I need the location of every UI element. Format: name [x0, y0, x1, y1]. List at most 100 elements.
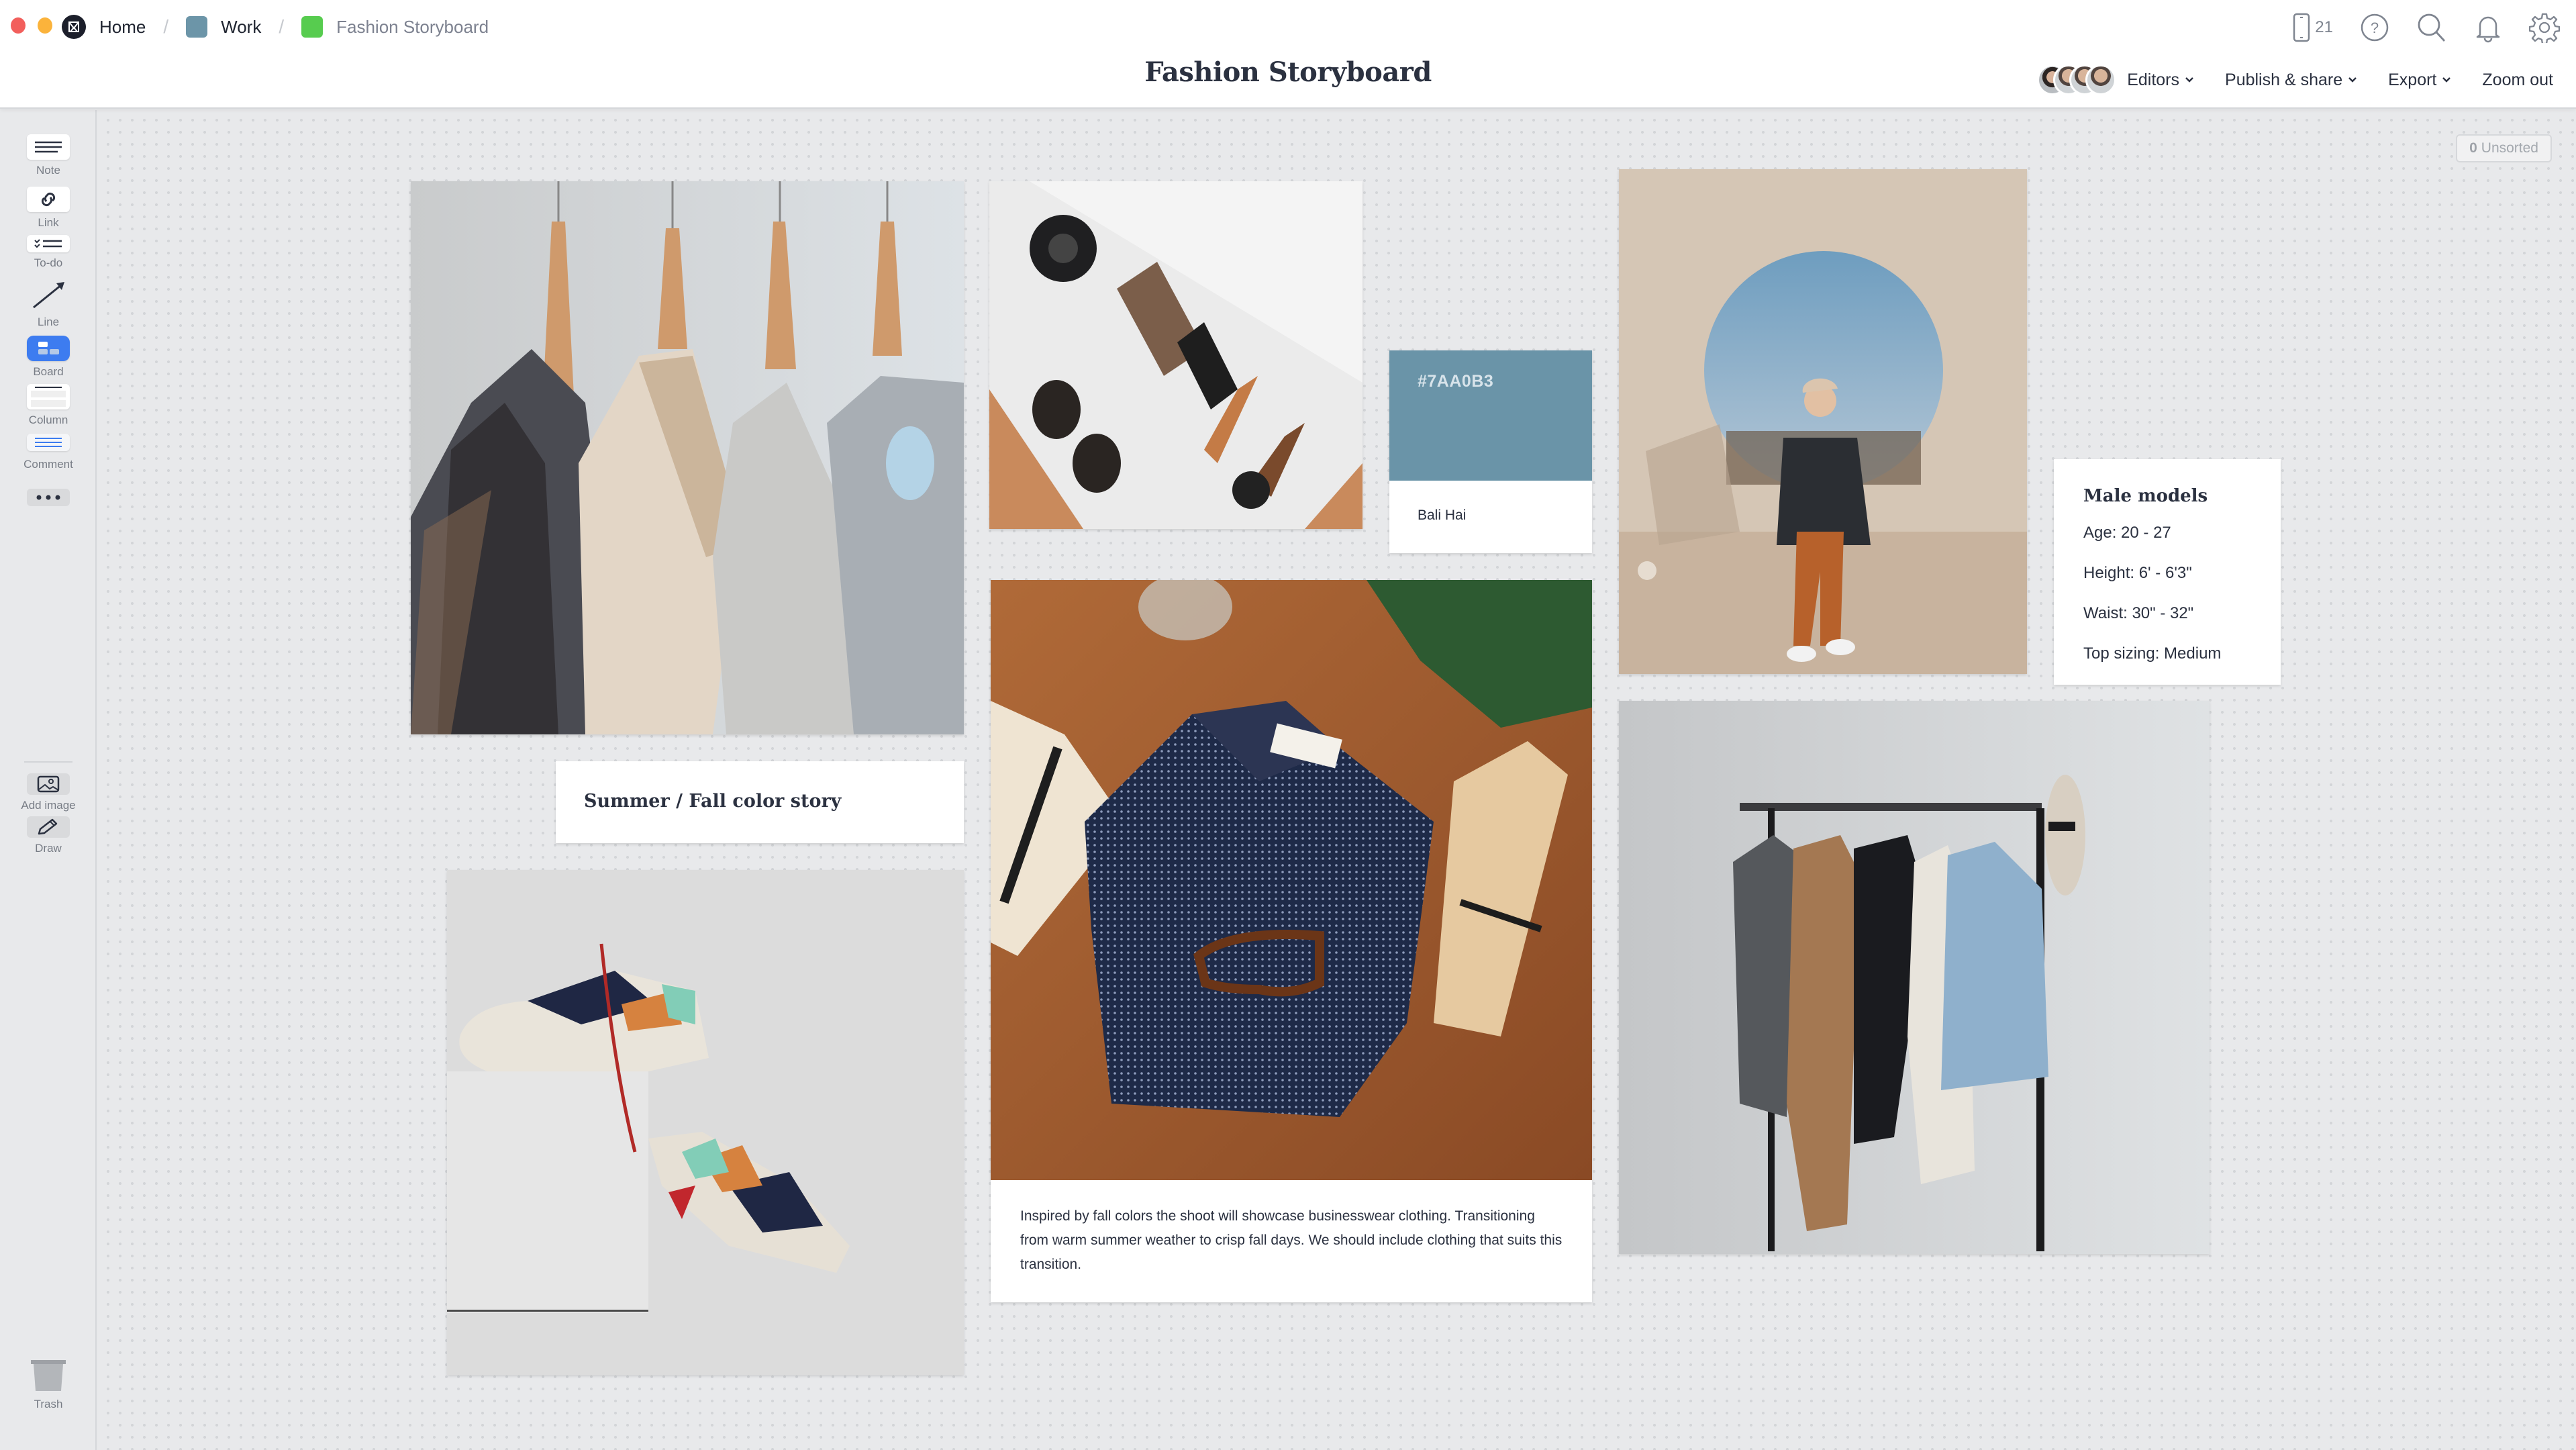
tool-draw[interactable]: Draw — [0, 816, 97, 855]
editors-label: Editors — [2127, 70, 2180, 89]
zoom-out-label: Zoom out — [2482, 70, 2553, 89]
tool-label: Line — [37, 316, 60, 328]
app-header: Home / Work / Fashion Storyboard Fashion… — [0, 0, 2576, 109]
tool-label: Comment — [23, 458, 73, 471]
board-icon — [186, 16, 208, 38]
image-card-clothing-rack[interactable] — [1619, 701, 2210, 1254]
editors-menu[interactable]: Editors — [2037, 64, 2194, 95]
board-icon — [301, 16, 324, 38]
comment-icon — [27, 434, 70, 451]
sidebar-divider — [24, 761, 72, 763]
minimize-window-button[interactable] — [38, 17, 52, 34]
image-card-accessories-flatlay[interactable] — [989, 181, 1363, 529]
male-models-card[interactable]: Male models Age: 20 - 27 Height: 6' - 6'… — [2054, 459, 2281, 685]
color-swatch-card[interactable]: #7AA0B3 Bali Hai — [1389, 350, 1592, 553]
settings-gear-icon[interactable] — [2529, 12, 2560, 43]
unsorted-label: Unsorted — [2481, 140, 2538, 156]
breadcrumb-current-board[interactable]: Fashion Storyboard — [301, 16, 489, 38]
unsorted-count: 0 — [2469, 140, 2477, 156]
male-models-title: Male models — [2083, 486, 2208, 506]
clothing-rack-image — [1619, 701, 2210, 1254]
tool-todo[interactable]: To-do — [0, 235, 97, 270]
chevron-down-icon — [2348, 77, 2357, 83]
search-icon[interactable] — [2416, 12, 2447, 43]
avatar — [2085, 64, 2117, 95]
tool-label: Draw — [35, 842, 62, 855]
breadcrumb-home[interactable]: Home — [62, 15, 146, 39]
publish-share-label: Publish & share — [2225, 70, 2343, 89]
header-icon-bar: 21 ? — [2292, 12, 2560, 43]
image-card-sneakers[interactable] — [447, 870, 964, 1375]
folded-shirt-image — [991, 580, 1592, 1180]
heading-card-color-story[interactable]: Summer / Fall color story — [556, 761, 964, 843]
device-count: 21 — [2315, 18, 2333, 36]
image-card-clothes-on-hangers[interactable] — [411, 181, 964, 734]
breadcrumb: Home / Work / Fashion Storyboard — [62, 13, 489, 40]
tool-label: Board — [33, 365, 64, 378]
clothes-on-hangers-image — [411, 181, 964, 734]
more-tools-button[interactable] — [0, 489, 97, 506]
color-hex-value: #7AA0B3 — [1418, 372, 1494, 391]
pencil-icon — [27, 816, 70, 838]
todo-icon — [27, 235, 70, 252]
tool-label: Column — [28, 414, 68, 426]
note-icon — [27, 134, 70, 160]
board-icon — [27, 336, 70, 361]
notification-bell-icon[interactable] — [2474, 12, 2502, 43]
male-models-top-sizing: Top sizing: Medium — [2083, 644, 2222, 663]
unsorted-badge[interactable]: 0 Unsorted — [2456, 134, 2552, 162]
male-models-height: Height: 6' - 6'3" — [2083, 564, 2192, 582]
column-icon — [27, 384, 70, 409]
male-models-waist: Waist: 30" - 32" — [2083, 604, 2194, 622]
tool-line[interactable]: Line — [0, 278, 97, 329]
image-card-model-sitting[interactable] — [1619, 169, 2027, 674]
export-label: Export — [2388, 70, 2437, 89]
mobile-device-icon — [2293, 13, 2310, 42]
close-window-button[interactable] — [11, 17, 26, 34]
tool-sidebar: Note Link To-do Line Board Column Commen… — [0, 110, 97, 1450]
export-menu[interactable]: Export — [2388, 70, 2451, 90]
trash-icon — [31, 1360, 66, 1391]
breadcrumb-label: Work — [221, 16, 262, 37]
chevron-down-icon — [2185, 77, 2193, 83]
color-swatch: #7AA0B3 — [1389, 350, 1592, 481]
image-card-folded-shirt[interactable]: Inspired by fall colors the shoot will s… — [991, 580, 1592, 1302]
help-icon[interactable]: ? — [2360, 13, 2389, 42]
folded-shirt-image-wrapper — [991, 580, 1592, 1180]
tool-link[interactable]: Link — [0, 187, 97, 230]
breadcrumb-work[interactable]: Work — [186, 16, 261, 38]
accessories-flatlay-image — [989, 181, 1363, 529]
line-arrow-icon — [33, 282, 64, 309]
tool-label: Add image — [21, 799, 76, 812]
breadcrumb-label: Home — [99, 16, 146, 37]
chevron-down-icon — [2442, 77, 2451, 83]
more-icon — [27, 489, 70, 506]
mobile-devices-button[interactable]: 21 — [2292, 13, 2333, 42]
trash-button[interactable]: Trash — [0, 1359, 97, 1411]
svg-text:?: ? — [2371, 19, 2379, 36]
male-models-age: Age: 20 - 27 — [2083, 524, 2171, 542]
editor-avatars — [2037, 64, 2117, 95]
tool-label: To-do — [34, 256, 63, 269]
publish-share-menu[interactable]: Publish & share — [2225, 70, 2357, 90]
tool-board[interactable]: Board — [0, 336, 97, 379]
zoom-out-button[interactable]: Zoom out — [2482, 70, 2553, 90]
tool-note[interactable]: Note — [0, 134, 97, 177]
tool-comment[interactable]: Comment — [0, 434, 97, 471]
tool-label: Link — [38, 216, 59, 229]
header-actions: Editors Publish & share Export Zoom out — [2037, 64, 2553, 95]
shirt-description-text: Inspired by fall colors the shoot will s… — [1020, 1208, 1563, 1272]
breadcrumb-label: Fashion Storyboard — [336, 16, 489, 37]
link-icon — [27, 187, 70, 212]
tool-label: Trash — [34, 1398, 63, 1410]
breadcrumb-separator: / — [163, 16, 169, 37]
tool-add-image[interactable]: Add image — [0, 773, 97, 812]
add-image-icon — [27, 773, 70, 795]
tool-label: Note — [36, 164, 60, 177]
tool-column[interactable]: Column — [0, 384, 97, 427]
sneakers-image — [447, 870, 964, 1375]
model-sitting-image — [1619, 169, 2027, 674]
breadcrumb-separator: / — [279, 16, 285, 37]
color-name: Bali Hai — [1418, 508, 1467, 523]
milanote-logo-icon — [62, 15, 86, 39]
